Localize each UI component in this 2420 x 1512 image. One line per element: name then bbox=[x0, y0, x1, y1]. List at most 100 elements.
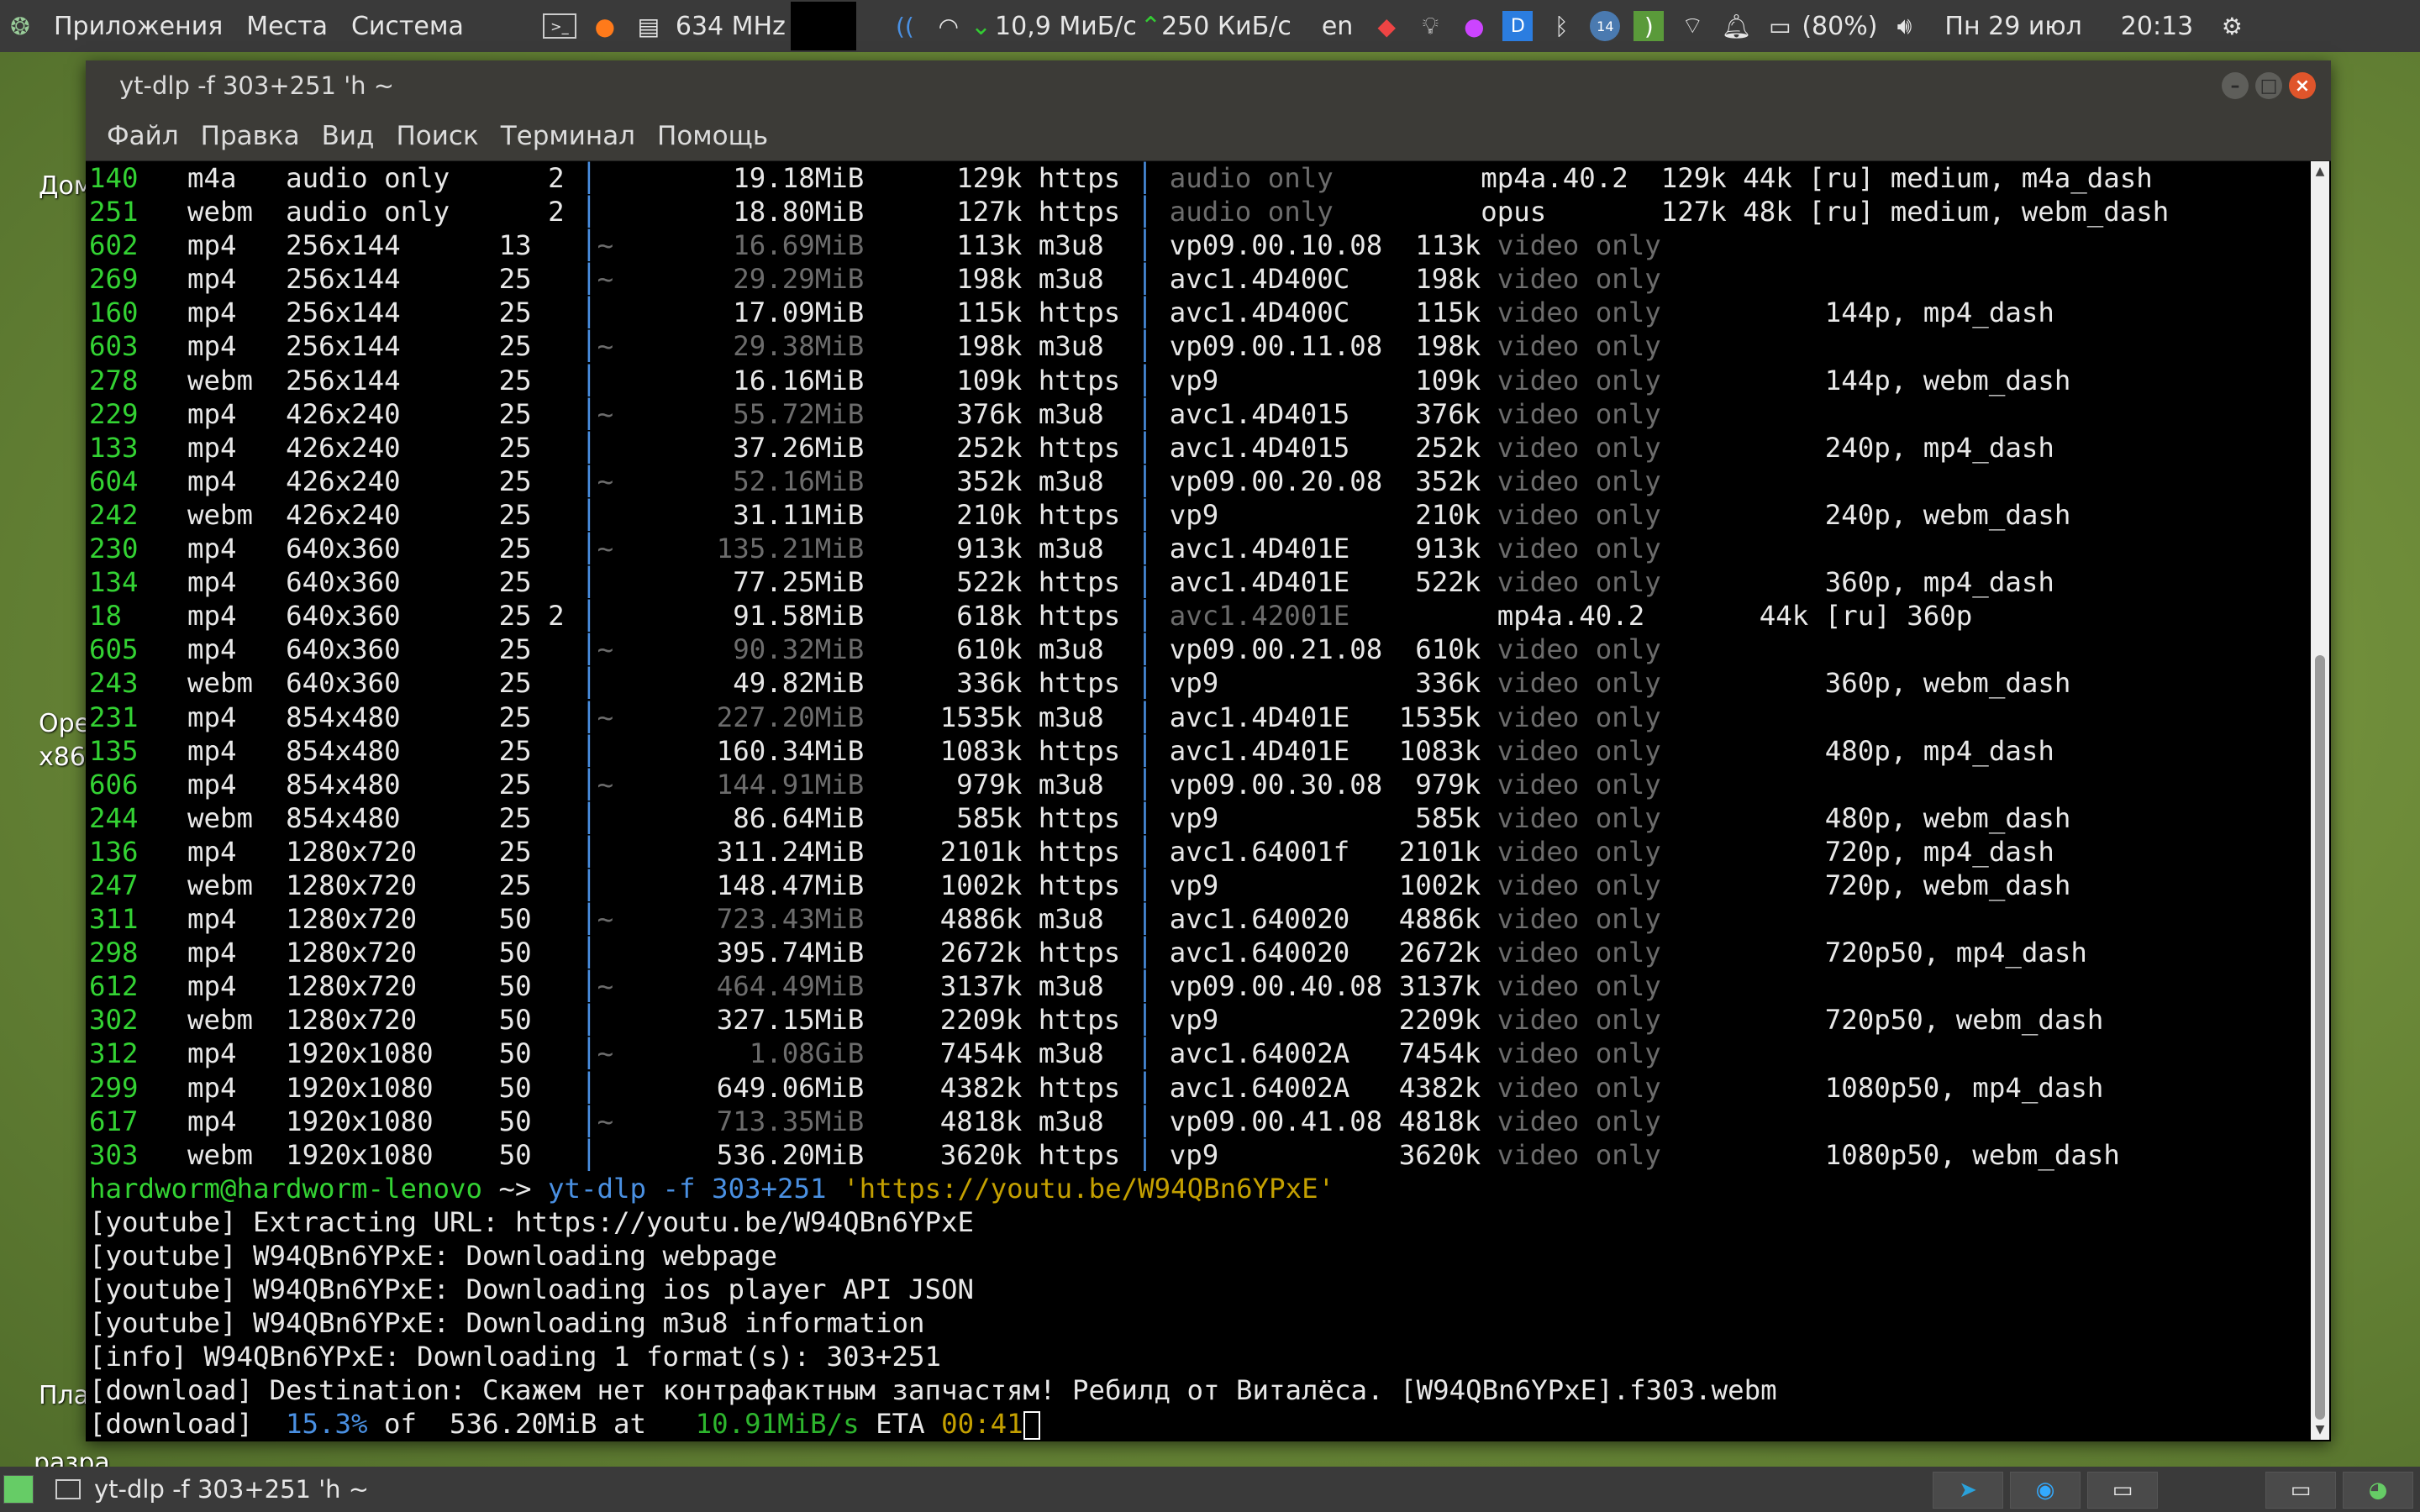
app-flame-icon[interactable]: ● bbox=[1459, 11, 1489, 41]
format-bitrate: 7454k bbox=[939, 1037, 1023, 1070]
column-separator: │ bbox=[1136, 937, 1170, 969]
terminal-icon[interactable]: >_ bbox=[542, 13, 576, 39]
desktop-label-arch[interactable]: x86 bbox=[39, 743, 86, 772]
column-separator: │ bbox=[564, 533, 597, 565]
close-button[interactable]: × bbox=[2289, 72, 2316, 99]
menu-search[interactable]: Поиск bbox=[386, 121, 490, 151]
format-bitrate: 109k bbox=[956, 364, 1023, 396]
format-bitrate: 1535k bbox=[939, 701, 1023, 733]
menu-edit[interactable]: Правка bbox=[190, 121, 311, 151]
log-output: [youtube] Extracting URL: https://youtu.… bbox=[89, 1205, 2309, 1408]
desktop-label-os[interactable]: Ope bbox=[39, 709, 90, 738]
clock[interactable]: 20:13 bbox=[2121, 12, 2193, 41]
menu-system[interactable]: Система bbox=[339, 0, 476, 52]
format-more-info: video only 1080p50, mp4_dash bbox=[1497, 1071, 2104, 1104]
telegram-icon[interactable]: ➤ bbox=[1933, 1472, 2003, 1509]
app-tray-icon[interactable]: ◕ bbox=[2343, 1472, 2413, 1509]
approx-mark bbox=[597, 667, 614, 699]
desktop-label-pla[interactable]: Пла bbox=[39, 1381, 89, 1410]
column-separator: │ bbox=[564, 364, 597, 396]
gear-icon[interactable]: ⚙ bbox=[2217, 11, 2247, 41]
firefox-icon[interactable]: ● bbox=[590, 11, 620, 41]
format-resolution: 854x480 bbox=[286, 734, 466, 767]
format-proto: m3u8 bbox=[1038, 330, 1137, 363]
format-row: 133 mp4 426x240 25 │ 37.26MiB 252k https… bbox=[89, 431, 2309, 465]
taskbar-task-terminal[interactable]: yt-dlp -f 303+251 'h ~ bbox=[55, 1467, 369, 1512]
format-bitrate: 1083k bbox=[939, 734, 1023, 767]
format-more-info: video only bbox=[1497, 903, 1661, 936]
format-codec: audio only bbox=[1169, 196, 1481, 228]
date[interactable]: Пн 29 июл bbox=[1944, 12, 2081, 41]
show-desktop-icon[interactable] bbox=[3, 1475, 34, 1504]
format-more-info: video only bbox=[1497, 1105, 1661, 1137]
format-ext: mp4 bbox=[187, 533, 254, 565]
bluetooth-icon[interactable]: ᛒ bbox=[1546, 11, 1576, 41]
format-fps: 50 bbox=[498, 937, 565, 969]
battery-icon[interactable]: ▭ bbox=[1765, 11, 1795, 41]
volume-icon[interactable]: 🔊︎ bbox=[1889, 11, 1919, 41]
format-row: 605 mp4 640x360 25 │~ 90.32MiB 610k m3u8… bbox=[89, 633, 2309, 666]
wifi-icon[interactable]: ⌔ bbox=[1677, 11, 1707, 41]
desktop-label-home[interactable]: Дом bbox=[39, 171, 92, 201]
format-codec: avc1.64002A 7454k bbox=[1169, 1037, 1497, 1070]
menu-help[interactable]: Помощь bbox=[646, 121, 779, 151]
format-resolution: 256x144 bbox=[286, 263, 466, 296]
format-more-info: video only bbox=[1497, 1037, 1661, 1070]
format-row: 251 webm audio only 2 │ 18.80MiB 127k ht… bbox=[89, 195, 2309, 228]
scroll-down-arrow-icon[interactable]: ▼ bbox=[2313, 1423, 2327, 1436]
column-separator: │ bbox=[1136, 330, 1170, 363]
bulb-icon[interactable]: 💡︎ bbox=[1415, 11, 1445, 41]
format-codec: audio only bbox=[1169, 162, 1481, 194]
format-filesize: 135.21MiB bbox=[716, 533, 865, 565]
keyboard-layout[interactable]: en bbox=[1322, 12, 1353, 41]
menu-places[interactable]: Места bbox=[234, 0, 339, 52]
format-proto: https bbox=[1038, 1138, 1137, 1171]
approx-mark bbox=[597, 1004, 614, 1036]
scroll-up-arrow-icon[interactable]: ▲ bbox=[2313, 165, 2327, 178]
format-filesize: 31.11MiB bbox=[733, 498, 865, 531]
bell-icon[interactable]: 🔔︎ bbox=[1721, 11, 1752, 41]
d-icon[interactable]: D bbox=[1502, 11, 1534, 41]
menu-terminal[interactable]: Терминал bbox=[490, 121, 646, 151]
format-id: 612 bbox=[89, 970, 139, 1003]
format-ext: mp4 bbox=[187, 768, 254, 801]
scrollbar-thumb[interactable] bbox=[2315, 655, 2325, 1420]
terminal-tray-icon[interactable]: ▭ bbox=[2087, 1472, 2158, 1509]
window-titlebar[interactable]: yt-dlp -f 303+251 'h ~ – □ × bbox=[86, 60, 2331, 111]
format-proto: https bbox=[1038, 600, 1137, 633]
format-bitrate: 2101k bbox=[939, 835, 1023, 868]
browser-icon[interactable]: ◉ bbox=[2010, 1472, 2081, 1509]
format-ext: mp4 bbox=[187, 330, 254, 363]
minimize-button[interactable]: – bbox=[2222, 72, 2249, 99]
system-menu-icon[interactable]: ❂ bbox=[5, 11, 35, 41]
terminal-window[interactable]: yt-dlp -f 303+251 'h ~ – □ × Файл Правка… bbox=[86, 60, 2331, 1441]
menu-applications[interactable]: Приложения bbox=[42, 0, 234, 52]
format-bitrate: 210k bbox=[956, 498, 1023, 531]
format-ext: mp4 bbox=[187, 734, 254, 767]
format-filesize: 395.74MiB bbox=[716, 937, 865, 969]
scrollbar[interactable]: ▲ ▼ bbox=[2311, 161, 2329, 1440]
column-separator: │ bbox=[564, 937, 597, 969]
app-cube-icon[interactable]: ◆ bbox=[1371, 11, 1402, 41]
format-fps: 25 bbox=[498, 801, 565, 834]
format-codec: avc1.4D401E 913k bbox=[1169, 533, 1497, 565]
rss-icon[interactable]: ) bbox=[1634, 11, 1665, 41]
terminal-output[interactable]: 140 m4a audio only 2 │ 19.18MiB 129k htt… bbox=[86, 161, 2309, 1440]
format-proto: https bbox=[1038, 869, 1137, 901]
window-tray-icon[interactable]: ▭ bbox=[2265, 1472, 2336, 1509]
format-row: 604 mp4 426x240 25 │~ 52.16MiB 352k m3u8… bbox=[89, 465, 2309, 498]
menu-view[interactable]: Вид bbox=[311, 121, 386, 151]
format-more-info: mp4a.40.2 129k 44k [ru] medium, m4a_dash bbox=[1481, 162, 2153, 194]
format-ext: webm bbox=[187, 1004, 254, 1037]
format-ext: mp4 bbox=[187, 633, 254, 666]
format-bitrate: 198k bbox=[956, 263, 1023, 296]
system-monitor-icon[interactable]: ▤ bbox=[634, 11, 664, 41]
format-bitrate: 3620k bbox=[939, 1138, 1023, 1171]
format-resolution: 854x480 bbox=[286, 768, 466, 801]
format-proto: https bbox=[1038, 364, 1137, 396]
updates-icon[interactable]: 14 bbox=[1590, 11, 1621, 41]
menu-file[interactable]: Файл bbox=[96, 121, 190, 151]
format-ext: webm bbox=[187, 801, 254, 834]
column-separator: │ bbox=[1136, 903, 1170, 936]
maximize-button[interactable]: □ bbox=[2255, 72, 2282, 99]
